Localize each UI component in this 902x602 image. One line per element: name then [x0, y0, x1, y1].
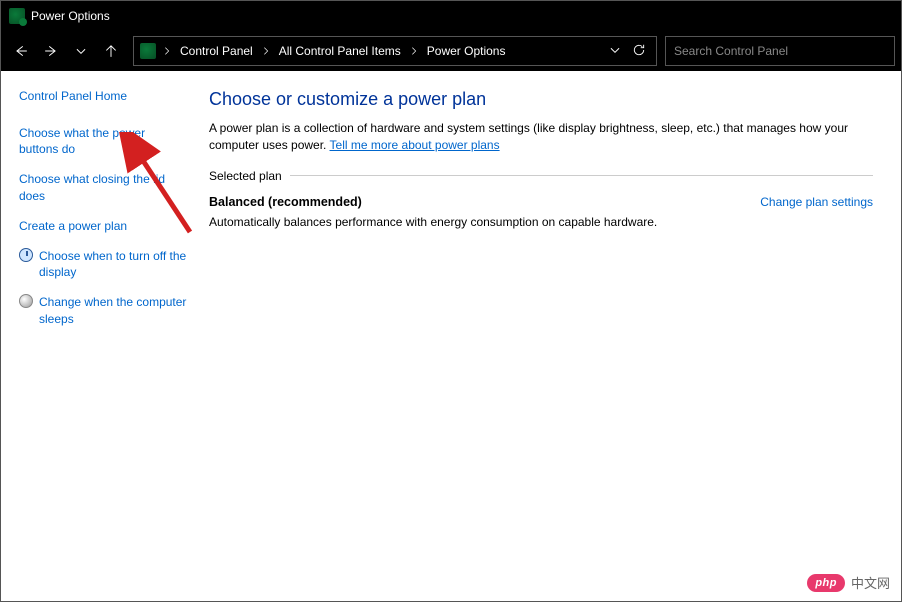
section-label: Selected plan: [209, 169, 282, 183]
window-title: Power Options: [31, 9, 110, 23]
breadcrumb-all-items[interactable]: All Control Panel Items: [275, 42, 405, 60]
description-text: A power plan is a collection of hardware…: [209, 121, 848, 152]
power-options-icon: [140, 43, 156, 59]
moon-icon: [19, 294, 33, 308]
sidebar-item-label: Change when the computer sleeps: [39, 294, 187, 326]
divider: [290, 175, 873, 176]
plan-name: Balanced (recommended): [209, 195, 657, 209]
address-dropdown[interactable]: [608, 43, 622, 60]
content-area: Control Panel Home Choose what the power…: [1, 71, 901, 601]
chevron-right-icon[interactable]: [160, 44, 174, 58]
recent-dropdown[interactable]: [67, 37, 95, 65]
sidebar-item-label: Choose when to turn off the display: [39, 248, 187, 280]
search-box[interactable]: [665, 36, 895, 66]
window: Power Options Control Panel All Control …: [0, 0, 902, 602]
change-plan-settings-link[interactable]: Change plan settings: [760, 195, 873, 209]
refresh-button[interactable]: [632, 43, 646, 60]
sidebar-link-closing-lid[interactable]: Choose what closing the lid does: [19, 171, 187, 203]
power-options-icon: [9, 8, 25, 24]
sidebar-link-power-buttons[interactable]: Choose what the power buttons do: [19, 125, 187, 157]
sidebar-item-label: Choose what closing the lid does: [19, 171, 187, 203]
address-actions: [608, 43, 650, 60]
plan-description: Automatically balances performance with …: [209, 215, 657, 229]
sidebar-link-create-plan[interactable]: Create a power plan: [19, 218, 187, 234]
plan-info: Balanced (recommended) Automatically bal…: [209, 195, 657, 229]
page-description: A power plan is a collection of hardware…: [209, 120, 873, 155]
chevron-right-icon[interactable]: [407, 44, 421, 58]
chevron-right-icon[interactable]: [259, 44, 273, 58]
refresh-icon: [632, 43, 646, 57]
sidebar-link-computer-sleeps[interactable]: Change when the computer sleeps: [39, 294, 187, 326]
navbar: Control Panel All Control Panel Items Po…: [1, 31, 901, 71]
titlebar: Power Options: [1, 1, 901, 31]
up-button[interactable]: [97, 37, 125, 65]
breadcrumb-power-options[interactable]: Power Options: [423, 42, 510, 60]
learn-more-link[interactable]: Tell me more about power plans: [330, 138, 500, 152]
chevron-down-icon: [74, 44, 88, 58]
section-header: Selected plan: [209, 169, 873, 183]
main-panel: Choose or customize a power plan A power…: [201, 71, 901, 601]
sidebar: Control Panel Home Choose what the power…: [1, 71, 201, 601]
address-bar[interactable]: Control Panel All Control Panel Items Po…: [133, 36, 657, 66]
breadcrumb-control-panel[interactable]: Control Panel: [176, 42, 257, 60]
clock-icon: [19, 248, 33, 262]
arrow-left-icon: [14, 44, 28, 58]
sidebar-link-turn-off-display[interactable]: Choose when to turn off the display: [39, 248, 187, 280]
control-panel-home-link[interactable]: Control Panel Home: [19, 89, 187, 103]
arrow-right-icon: [44, 44, 58, 58]
back-button[interactable]: [7, 37, 35, 65]
plan-row: Balanced (recommended) Automatically bal…: [209, 195, 873, 229]
forward-button[interactable]: [37, 37, 65, 65]
arrow-up-icon: [104, 44, 118, 58]
search-input[interactable]: [674, 44, 886, 58]
page-title: Choose or customize a power plan: [209, 89, 873, 110]
sidebar-item-label: Choose what the power buttons do: [19, 125, 187, 157]
sidebar-item-label: Create a power plan: [19, 218, 127, 234]
breadcrumb: Control Panel All Control Panel Items Po…: [160, 42, 604, 60]
chevron-down-icon: [608, 43, 622, 57]
